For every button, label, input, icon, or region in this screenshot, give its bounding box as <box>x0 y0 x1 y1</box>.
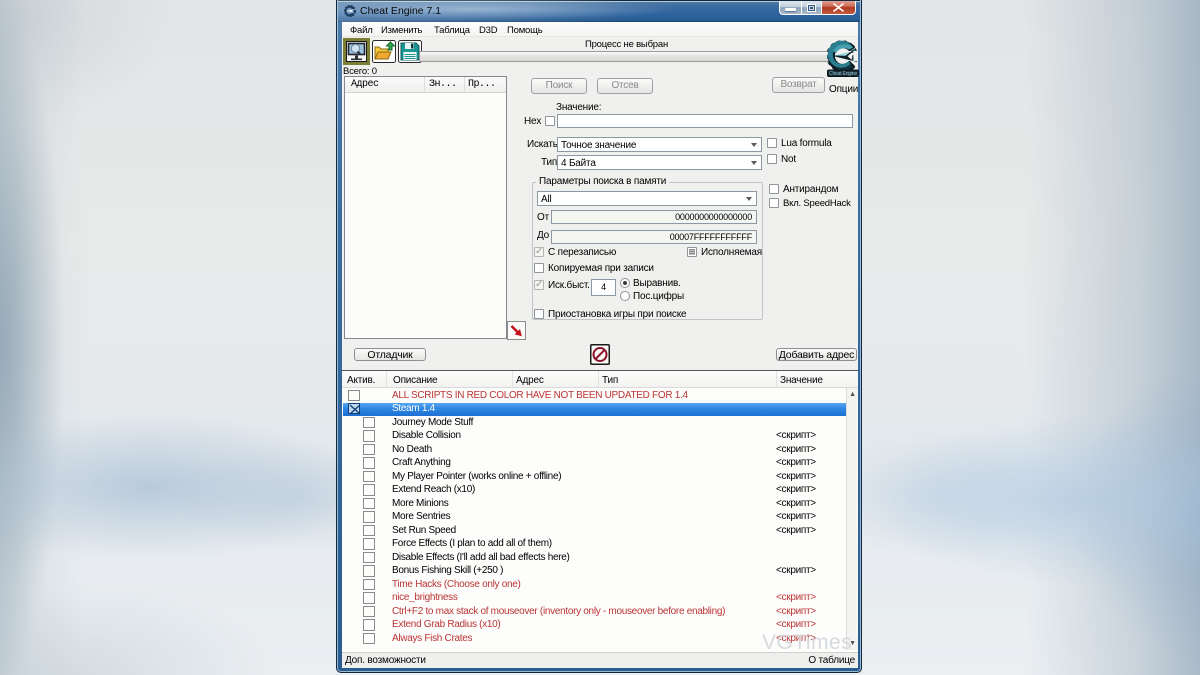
svg-text:Cheat Engine: Cheat Engine <box>829 71 857 77</box>
